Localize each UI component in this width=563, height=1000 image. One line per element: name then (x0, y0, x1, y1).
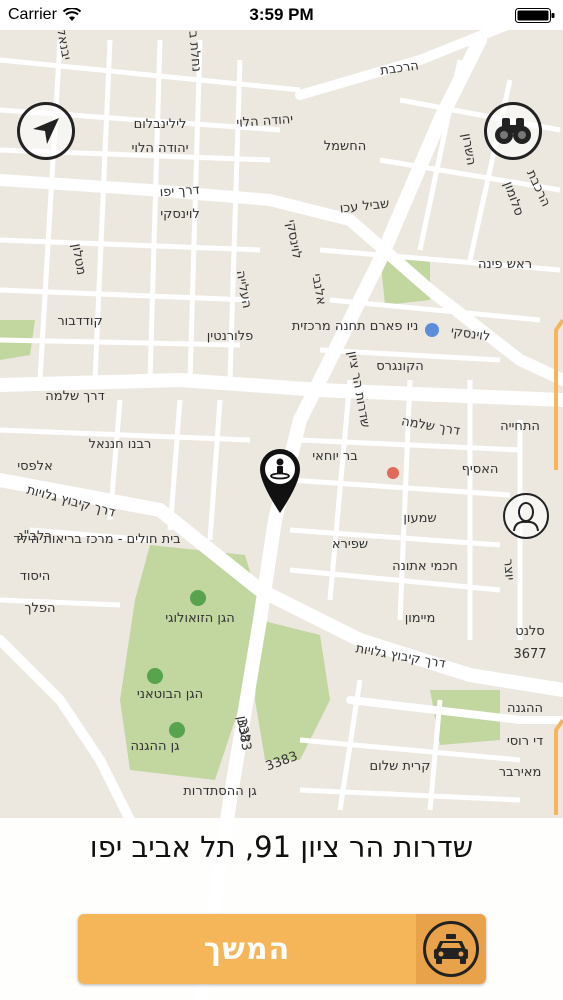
navigation-arrow-button[interactable] (17, 102, 75, 160)
selected-address: שדרות הר ציון 91, תל אביב יפו (89, 830, 474, 864)
map-street-label: מאירבר (499, 765, 542, 780)
map-street-label: הגן הבוטאני (137, 687, 203, 702)
map-street-label: קרית שלום (370, 759, 431, 774)
map-street-label: החשמל (324, 139, 366, 154)
taxi-button-area[interactable] (416, 914, 486, 984)
binoculars-icon (495, 118, 531, 144)
location-pin-icon[interactable] (257, 447, 303, 515)
map-street-label: די רוסי (507, 734, 543, 749)
map-street-label: מיימון (405, 611, 436, 626)
map-street-label: קודדבור (57, 314, 102, 329)
map-street-label: דרך יפו (159, 183, 200, 201)
map-street-label: פלורנטין (207, 329, 253, 344)
map-street-label: חכמי אתונה (392, 559, 458, 574)
map-street-label: היסוד (20, 569, 50, 584)
binoculars-button[interactable] (484, 102, 542, 160)
map-street-label: האסיף (462, 462, 499, 477)
map-street-label: ניו פארם תחנה מרכזית (292, 319, 419, 334)
map-street-label: שמעון (403, 511, 436, 526)
map-street-label: הפלך (25, 601, 56, 616)
map-street-label: גן ההגנה (130, 739, 179, 754)
map-street-label: ראש פינה (478, 257, 532, 272)
map-street-label: סלנט (515, 624, 544, 639)
status-time: 3:59 PM (249, 5, 314, 24)
profile-button[interactable] (503, 493, 549, 539)
map-street-label: התחייה (500, 419, 540, 434)
map-street-label: רבנו חננאל (89, 437, 152, 452)
map-street-label: שפירא (332, 537, 368, 552)
map-street-label: לוינסקי (160, 207, 200, 222)
taxi-circle (423, 921, 479, 977)
map-street-label: לילינבלום (134, 117, 187, 132)
continue-button[interactable]: המשך (78, 914, 486, 984)
map-street-label: בר יוחאי (312, 449, 358, 464)
status-bar: Carrier 3:59 PM (0, 0, 563, 30)
taxi-icon (434, 934, 468, 964)
map-street-label: ההגנה (507, 701, 543, 716)
map-street-label: אלפסי (17, 459, 53, 474)
map-street-label: הקונגרס (376, 359, 424, 374)
map-house-number: 3677 (513, 647, 546, 662)
navigation-arrow-icon (33, 118, 59, 144)
profile-icon (513, 502, 539, 531)
battery-icon (515, 8, 555, 23)
map-street-label: יוצר (500, 558, 517, 581)
map-street-label: בית חולים - מרכז בריאות הילד (13, 532, 180, 547)
map-street-label: דרך שלמה (45, 389, 104, 404)
continue-button-label: המשך (78, 914, 416, 984)
map-street-label: יהודה הלוי (132, 141, 189, 156)
map-street-label: גן ההסתדרות (183, 784, 257, 799)
map-street-label: הגן הזואולוגי (165, 611, 235, 626)
